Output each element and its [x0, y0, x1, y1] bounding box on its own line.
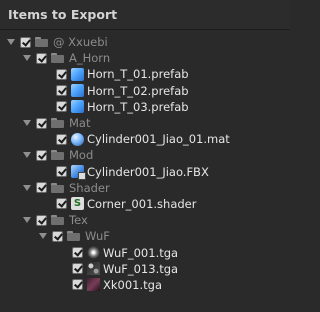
tree-row[interactable]: Mat [0, 115, 290, 131]
expand-arrow-icon[interactable] [22, 215, 32, 225]
tree-label: WuF_013.tga [103, 261, 179, 276]
tree-row[interactable]: S Corner_001.shader [0, 196, 290, 212]
tree-label: Mod [69, 148, 94, 163]
expand-arrow-icon[interactable] [38, 231, 48, 241]
export-panel: Items to Export @ Xxuebi A_Horn Horn_T_0… [0, 0, 290, 312]
tree-label: Cylinder001_Jiao.FBX [87, 164, 209, 179]
tree-row[interactable]: Mod [0, 147, 290, 163]
tree-row[interactable]: WuF [0, 228, 290, 244]
tree-label: Horn_T_03.prefab [87, 99, 189, 114]
tree-label: @ Xxuebi [53, 35, 108, 50]
tree-label: Cylinder001_Jiao_01.mat [87, 132, 230, 147]
folder-icon [51, 53, 64, 64]
checkbox[interactable] [56, 101, 67, 113]
checkbox[interactable] [72, 247, 83, 259]
tree-row[interactable]: WuF_013.tga [0, 261, 290, 277]
tree-label: Horn_T_01.prefab [87, 67, 189, 82]
tree-label: Xk001.tga [103, 277, 162, 292]
tree-label: Horn_T_02.prefab [87, 83, 189, 98]
folder-icon [51, 215, 64, 226]
texture-icon [87, 278, 100, 292]
tree-row[interactable]: Cylinder001_Jiao_01.mat [0, 131, 290, 147]
tree-row[interactable]: Xk001.tga [0, 277, 290, 293]
shader-icon: S [71, 197, 84, 211]
checkbox[interactable] [52, 230, 63, 242]
tree-label: Corner_001.shader [87, 196, 197, 211]
checkbox[interactable] [56, 198, 67, 210]
prefab-icon [71, 67, 84, 81]
model-icon [71, 165, 86, 181]
checkbox[interactable] [72, 263, 83, 275]
folder-icon [51, 118, 64, 129]
checkbox[interactable] [72, 279, 83, 291]
tree-label: WuF [85, 229, 110, 244]
folder-icon [51, 182, 64, 193]
tree-row[interactable]: Horn_T_03.prefab [0, 99, 290, 115]
checkbox[interactable] [36, 182, 47, 194]
tree-row[interactable]: Tex [0, 212, 290, 228]
folder-icon [51, 150, 64, 161]
expand-arrow-icon[interactable] [22, 53, 32, 63]
tree-label: WuF_001.tga [103, 245, 179, 260]
checkbox[interactable] [56, 166, 67, 178]
texture-icon [87, 246, 100, 260]
prefab-icon [71, 84, 84, 98]
tree-row[interactable]: WuF_001.tga [0, 244, 290, 260]
folder-icon [35, 37, 48, 48]
tree-row[interactable]: Shader [0, 180, 290, 196]
tree-label: Tex [69, 213, 88, 228]
tree-label: Shader [69, 180, 110, 195]
expand-arrow-icon[interactable] [6, 37, 16, 47]
panel-header: Items to Export [0, 0, 290, 30]
texture-icon [87, 262, 100, 276]
checkbox[interactable] [20, 36, 31, 48]
export-tree: @ Xxuebi A_Horn Horn_T_01.prefab Horn_T_… [0, 34, 290, 293]
checkbox[interactable] [56, 85, 67, 97]
tree-row[interactable]: Horn_T_01.prefab [0, 66, 290, 82]
checkbox[interactable] [36, 149, 47, 161]
tree-row[interactable]: A_Horn [0, 50, 290, 66]
tree-row[interactable]: Cylinder001_Jiao.FBX [0, 164, 290, 181]
tree-row[interactable]: Horn_T_02.prefab [0, 83, 290, 99]
tree-label: Mat [69, 116, 91, 131]
expand-arrow-icon[interactable] [22, 118, 32, 128]
tree-label: A_Horn [69, 51, 111, 66]
expand-arrow-icon[interactable] [22, 183, 32, 193]
panel-title: Items to Export [8, 7, 118, 22]
folder-icon [67, 231, 80, 242]
tree-row[interactable]: @ Xxuebi [0, 34, 290, 50]
checkbox[interactable] [56, 133, 67, 145]
checkbox[interactable] [36, 117, 47, 129]
prefab-icon [71, 100, 84, 114]
checkbox[interactable] [36, 52, 47, 64]
expand-arrow-icon[interactable] [22, 150, 32, 160]
material-icon [71, 132, 84, 146]
checkbox[interactable] [56, 68, 67, 80]
checkbox[interactable] [36, 214, 47, 226]
